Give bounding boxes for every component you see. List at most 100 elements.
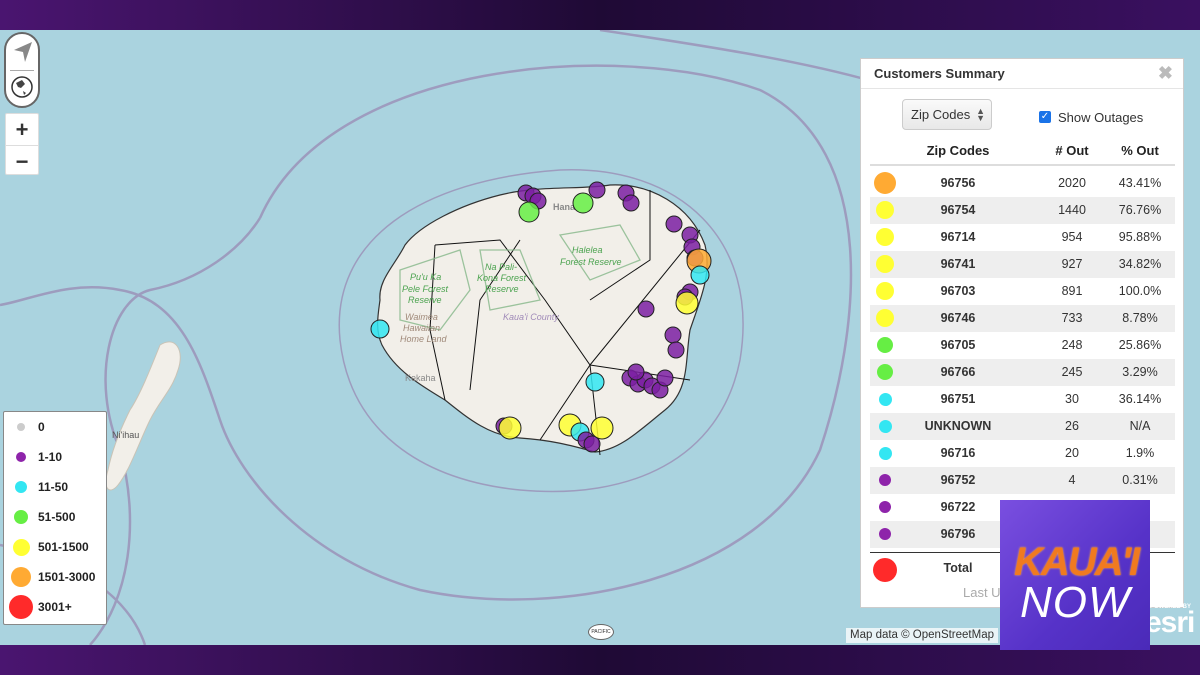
zip-cell: 96756 (940, 176, 976, 190)
total-dot (873, 558, 897, 582)
pct-cell: 25.86% (1118, 338, 1162, 352)
zoom-out-button[interactable]: − (6, 145, 38, 176)
label-niihau: Ni'ihau (112, 430, 139, 440)
legend-dot (17, 423, 25, 431)
outage-marker[interactable] (690, 265, 710, 285)
zip-cell: 96703 (940, 284, 976, 298)
table-row[interactable]: 96746 733 8.78% (870, 305, 1175, 332)
outage-marker[interactable] (664, 326, 682, 344)
outage-marker[interactable] (590, 416, 614, 440)
zip-cell: 96754 (940, 203, 976, 217)
label-napali-2: Kona Forest (477, 273, 527, 283)
outage-marker[interactable] (667, 341, 685, 359)
legend-dot (16, 452, 26, 462)
legend-label: 1501-3000 (38, 570, 96, 584)
outage-marker[interactable] (622, 194, 640, 212)
legend-label: 1-10 (38, 450, 63, 464)
header-zip[interactable]: Zip Codes (908, 143, 1008, 158)
label-halelea: Halelea (572, 245, 603, 255)
label-puuka-2: Pele Forest (402, 284, 449, 294)
outage-marker[interactable] (627, 363, 645, 381)
panel-title: Customers Summary (874, 66, 1005, 81)
row-dot (878, 419, 892, 433)
outage-marker[interactable] (498, 416, 522, 440)
zip-cell: 96741 (940, 257, 976, 271)
row-dot (879, 474, 891, 486)
table-row[interactable]: 96752 4 0.31% (870, 467, 1175, 494)
legend-item: 1501-3000 (4, 562, 108, 592)
navigation-arrow-icon[interactable] (6, 35, 38, 69)
label-napali-3: Reserve (485, 284, 519, 294)
label-napali: Na Pali- (485, 262, 517, 272)
select-arrows-icon: ▲ ▼ (976, 106, 985, 123)
outage-marker[interactable] (675, 291, 699, 315)
outage-marker[interactable] (572, 192, 594, 214)
outage-marker[interactable] (585, 372, 605, 392)
top-banner (0, 0, 1200, 30)
zip-cell: 96752 (940, 473, 976, 487)
table-row[interactable]: 96754 1440 76.76% (870, 197, 1175, 224)
close-icon[interactable]: ✖ (1158, 63, 1173, 84)
zip-cell: 96716 (940, 446, 976, 460)
legend-dot (15, 481, 27, 493)
zip-cell: UNKNOWN (924, 419, 992, 433)
table-row[interactable]: 96714 954 95.88% (870, 224, 1175, 251)
row-dot (876, 309, 894, 327)
legend-label: 11-50 (38, 480, 69, 494)
zip-cell: 96714 (940, 230, 976, 244)
legend-item: 51-500 (4, 502, 108, 532)
table-header: Zip Codes # Out % Out (870, 143, 1175, 166)
pct-cell: 1.9% (1125, 446, 1155, 460)
group-by-select[interactable]: Zip Codes ▲ ▼ (902, 99, 992, 130)
pct-cell: 43.41% (1118, 176, 1162, 190)
pct-cell: 34.82% (1118, 257, 1162, 271)
legend-dot (12, 538, 30, 556)
outage-marker[interactable] (518, 201, 540, 223)
outage-marker[interactable] (370, 319, 390, 339)
label-puuka: Pu'u Ka (410, 272, 441, 282)
kauai-now-logo: KAUA'I NOW (1000, 500, 1150, 650)
select-value: Zip Codes (911, 107, 971, 122)
table-row[interactable]: 96751 30 36.14% (870, 386, 1175, 413)
show-outages-checkbox[interactable]: ✓ (1039, 111, 1051, 123)
outage-marker[interactable] (665, 215, 683, 233)
row-dot (876, 201, 894, 219)
legend-item: 501-1500 (4, 532, 108, 562)
zip-cell: 96746 (940, 311, 976, 325)
globe-icon[interactable] (6, 72, 38, 106)
map-attribution[interactable]: Map data © OpenStreetMap (846, 628, 998, 643)
zip-cell: 96722 (940, 500, 976, 514)
row-dot (877, 337, 893, 353)
table-row[interactable]: 96766 245 3.29% (870, 359, 1175, 386)
legend-item: 1-10 (4, 442, 108, 472)
table-row[interactable]: 96705 248 25.86% (870, 332, 1175, 359)
total-label: Total (943, 561, 973, 575)
outage-marker[interactable] (637, 300, 655, 318)
legend-label: 501-1500 (38, 540, 89, 554)
table-row[interactable]: 96741 927 34.82% (870, 251, 1175, 278)
label-waimea-3: Home Land (400, 334, 448, 344)
zoom-in-button[interactable]: + (6, 114, 38, 145)
row-dot (877, 364, 893, 380)
header-pct[interactable]: % Out (1090, 143, 1190, 158)
esri-logo[interactable]: POWERED BY esri (1145, 604, 1195, 640)
outage-marker[interactable] (588, 181, 606, 199)
table-row[interactable]: 96703 891 100.0% (870, 278, 1175, 305)
zip-cell: 96766 (940, 365, 976, 379)
label-waimea: Waimea (405, 312, 438, 322)
legend-label: 0 (38, 420, 45, 434)
show-outages-label[interactable]: Show Outages (1058, 110, 1143, 125)
table-row[interactable]: 96716 20 1.9% (870, 440, 1175, 467)
legend-dot (14, 510, 28, 524)
legend-label: 3001+ (38, 600, 72, 614)
table-row[interactable]: UNKNOWN 26 N/A (870, 413, 1175, 440)
label-county: Kaua'i County (503, 312, 559, 322)
pct-cell: 8.78% (1122, 311, 1158, 325)
navigation-control (4, 32, 40, 108)
outage-marker[interactable] (656, 369, 674, 387)
row-dot (878, 446, 892, 460)
row-dot (878, 392, 892, 406)
row-dot (876, 228, 894, 246)
table-row[interactable]: 96756 2020 43.41% (870, 170, 1175, 197)
zoom-control: + − (5, 113, 39, 175)
